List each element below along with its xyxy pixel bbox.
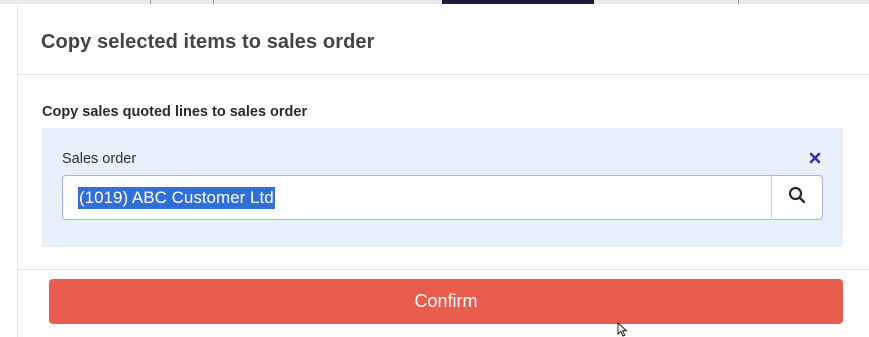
page: Copy selected items to sales order Copy … (0, 0, 869, 337)
section-title: Copy sales quoted lines to sales order (42, 104, 308, 120)
copy-items-dialog: Copy selected items to sales order Copy … (17, 4, 869, 337)
sales-order-field-panel: Sales order (1019) ABC Customer Ltd (42, 128, 843, 247)
close-icon[interactable] (807, 150, 823, 166)
dialog-title: Copy selected items to sales order (41, 31, 375, 53)
search-icon (788, 186, 806, 209)
sales-order-input[interactable]: (1019) ABC Customer Ltd (62, 175, 823, 220)
dialog-header: Copy selected items to sales order (18, 4, 869, 75)
mouse-cursor-icon (617, 321, 629, 337)
confirm-button[interactable]: Confirm (49, 279, 843, 324)
sales-order-input-value[interactable]: (1019) ABC Customer Ltd (78, 187, 275, 209)
footer-divider (18, 269, 869, 270)
search-button[interactable] (771, 175, 822, 220)
sales-order-label: Sales order (62, 151, 137, 167)
